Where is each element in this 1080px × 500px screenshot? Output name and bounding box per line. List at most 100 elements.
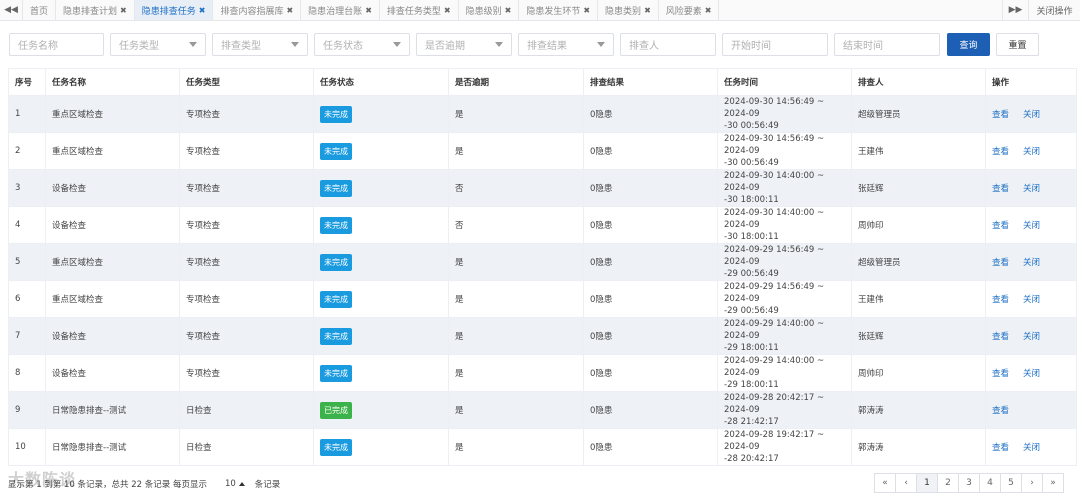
records-suffix: 条记录 xyxy=(254,480,281,490)
close-icon[interactable]: ✖ xyxy=(365,6,372,15)
tabs-scroll-left-icon[interactable]: ◀◀ xyxy=(0,0,23,20)
task-type-cell: 专项检查 xyxy=(179,243,314,281)
prev-page-button[interactable]: ‹ xyxy=(895,473,917,493)
column-header: 是否逾期 xyxy=(448,68,584,96)
tab-label: 隐患排查计划 xyxy=(63,6,118,17)
end-time-input[interactable]: 结束时间 xyxy=(834,33,940,56)
task-time-line: 2024-09-30 14:40:00 ~ 2024-09 xyxy=(724,171,825,193)
close-link[interactable]: 关闭 xyxy=(1023,110,1040,120)
tab-6[interactable]: 隐患级别 ✖ xyxy=(459,0,520,20)
status-badge: 未完成 xyxy=(320,364,352,382)
tab-2[interactable]: 隐患排查任务 ✖ xyxy=(134,0,214,20)
page-button-1[interactable]: 1 xyxy=(916,473,938,493)
check-result-cell: 0隐患 xyxy=(583,391,718,429)
close-link[interactable]: 关闭 xyxy=(1023,295,1040,305)
view-link[interactable]: 查看 xyxy=(992,369,1009,379)
overdue-cell: 是 xyxy=(448,243,584,281)
table-row: 6 重点区域检查 专项检查 未完成是 0隐患 2024-09-29 14:56:49 ~ … xyxy=(8,280,1077,318)
column-header: 排查结果 xyxy=(583,68,718,96)
reset-button[interactable]: 重置 xyxy=(996,33,1039,56)
tab-label: 隐患类别 xyxy=(605,6,642,17)
checker-input[interactable]: 排查人 xyxy=(620,33,716,56)
close-link[interactable]: 关闭 xyxy=(1023,221,1040,231)
start-time-input[interactable]: 开始时间 xyxy=(722,33,828,56)
next-page-button[interactable]: › xyxy=(1021,473,1043,493)
close-link[interactable]: 关闭 xyxy=(1023,258,1040,268)
row-index: 1 xyxy=(8,95,46,133)
close-link[interactable]: 关闭 xyxy=(1023,332,1040,342)
first-page-button[interactable]: « xyxy=(874,473,896,493)
tab-4[interactable]: 隐患治理台账 ✖ xyxy=(301,0,380,20)
close-icon[interactable]: ✖ xyxy=(286,6,293,15)
tab-label: 首页 xyxy=(30,6,49,17)
close-icon[interactable]: ✖ xyxy=(705,6,712,15)
task-status-placeholder: 任务状态 xyxy=(323,41,363,52)
page-button-5[interactable]: 5 xyxy=(1000,473,1022,493)
close-icon[interactable]: ✖ xyxy=(120,6,127,15)
close-icon[interactable]: ✖ xyxy=(583,6,590,15)
view-link[interactable]: 查看 xyxy=(992,147,1009,157)
checker-cell: 郭涛涛 xyxy=(851,391,986,429)
view-link[interactable]: 查看 xyxy=(992,295,1009,305)
close-icon[interactable]: ✖ xyxy=(644,6,651,15)
checker-cell: 张廷辉 xyxy=(851,169,986,207)
task-name-cell: 日常隐患排查--测试 xyxy=(45,391,180,429)
tab-1[interactable]: 隐患排查计划 ✖ xyxy=(56,0,135,20)
pagination: «‹ 1 2 3 4 5 ›» xyxy=(874,473,1064,493)
task-status-select[interactable]: 任务状态 xyxy=(314,33,410,56)
query-button[interactable]: 查询 xyxy=(947,33,990,56)
page-button-4[interactable]: 4 xyxy=(979,473,1001,493)
check-result-select[interactable]: 排查结果 xyxy=(518,33,614,56)
check-type-select[interactable]: 排查类型 xyxy=(212,33,308,56)
tab-0[interactable]: 首页 xyxy=(23,0,57,20)
view-link[interactable]: 查看 xyxy=(992,258,1009,268)
operations-cell: 查看 关闭 xyxy=(985,243,1077,281)
overdue-select[interactable]: 是否逾期 xyxy=(416,33,512,56)
check-result-cell: 0隐患 xyxy=(583,243,718,281)
tabs-scroll-right-icon[interactable]: ▶▶ xyxy=(1002,0,1028,20)
view-link[interactable]: 查看 xyxy=(992,443,1009,453)
page-button-2[interactable]: 2 xyxy=(937,473,959,493)
close-link[interactable]: 关闭 xyxy=(1023,369,1040,379)
view-link[interactable]: 查看 xyxy=(992,221,1009,231)
last-page-button[interactable]: » xyxy=(1042,473,1064,493)
task-status-cell: 已完成 xyxy=(313,391,449,429)
close-icon[interactable]: ✖ xyxy=(505,6,512,15)
task-name-input[interactable]: 任务名称 xyxy=(9,33,104,56)
page-size-select[interactable]: 10 xyxy=(219,479,251,489)
view-link[interactable]: 查看 xyxy=(992,406,1009,416)
pagination-info: 显示第 1 到第 10 条记录，总共 22 条记录 每页显示 10 条记录 xyxy=(8,476,280,492)
tab-8[interactable]: 隐患类别 ✖ xyxy=(598,0,659,20)
row-index: 4 xyxy=(8,206,46,244)
close-icon[interactable]: ✖ xyxy=(444,6,451,15)
task-type-cell: 日检查 xyxy=(179,391,314,429)
close-icon[interactable]: ✖ xyxy=(199,6,206,15)
tab-7[interactable]: 隐患发生环节 ✖ xyxy=(519,0,599,20)
chevron-down-icon xyxy=(597,42,605,47)
status-badge: 已完成 xyxy=(320,401,352,419)
task-time-line: -30 00:56:49 xyxy=(724,158,779,168)
close-link[interactable]: 关闭 xyxy=(1023,184,1040,194)
row-index: 10 xyxy=(8,428,46,466)
tab-9[interactable]: 风险要素 ✖ xyxy=(659,0,720,20)
close-link[interactable]: 关闭 xyxy=(1023,443,1040,453)
task-type-select[interactable]: 任务类型 xyxy=(110,33,206,56)
close-operations-button[interactable]: 关闭操作 xyxy=(1028,0,1080,20)
column-header: 操作 xyxy=(985,68,1077,96)
tab-3[interactable]: 排查内容指展库 ✖ xyxy=(213,0,302,20)
status-badge: 未完成 xyxy=(320,179,352,197)
table-row: 7 设备检查 专项检查 未完成是 0隐患 2024-09-29 14:40:00 ~ 20… xyxy=(8,317,1077,355)
view-link[interactable]: 查看 xyxy=(992,110,1009,120)
view-link[interactable]: 查看 xyxy=(992,332,1009,342)
checker-placeholder: 排查人 xyxy=(629,41,659,52)
caret-up-icon xyxy=(238,482,245,486)
check-type-placeholder: 排查类型 xyxy=(221,41,261,52)
operations-cell: 查看 关闭 xyxy=(985,95,1077,133)
view-link[interactable]: 查看 xyxy=(992,184,1009,194)
tab-5[interactable]: 排查任务类型 ✖ xyxy=(380,0,459,20)
page-button-3[interactable]: 3 xyxy=(958,473,980,493)
task-name-cell: 重点区域检查 xyxy=(45,243,180,281)
close-link[interactable]: 关闭 xyxy=(1023,147,1040,157)
overdue-placeholder: 是否逾期 xyxy=(425,41,465,52)
check-result-cell: 0隐患 xyxy=(583,169,718,207)
